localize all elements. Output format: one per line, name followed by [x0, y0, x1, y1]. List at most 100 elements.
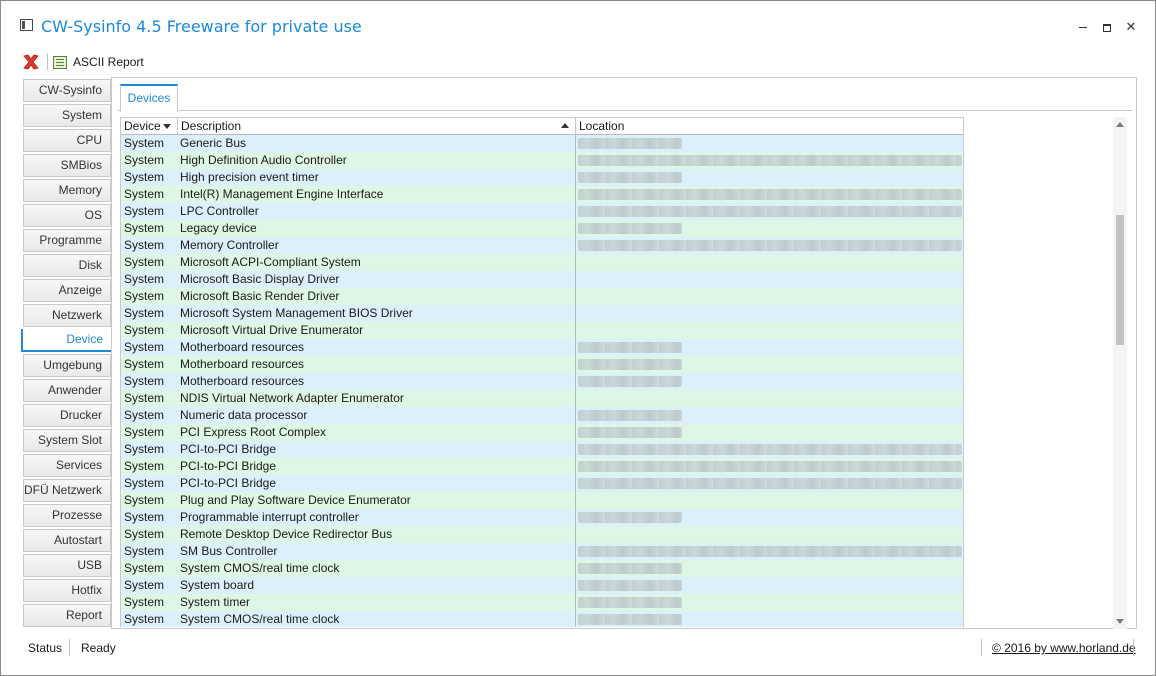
- column-header-location[interactable]: Location: [575, 118, 963, 135]
- table-row[interactable]: System System timer: [120, 594, 963, 611]
- status-bar: Status Ready © 2016 by www.horland.de: [1, 637, 1155, 659]
- dropdown-arrow-icon: [163, 124, 171, 129]
- sidebar-item-prozesse[interactable]: Prozesse: [23, 504, 111, 527]
- cell-description: High precision event timer: [180, 170, 319, 184]
- table-row[interactable]: System SM Bus Controller: [120, 543, 963, 560]
- cell-device: System: [120, 424, 177, 441]
- table-row[interactable]: System Motherboard resources: [120, 373, 963, 390]
- sidebar-item-os[interactable]: OS: [23, 204, 111, 227]
- table-row[interactable]: System Generic Bus: [120, 135, 963, 152]
- sidebar-item-services[interactable]: Services: [23, 454, 111, 477]
- table-row[interactable]: System High precision event timer: [120, 169, 963, 186]
- table-row[interactable]: System Programmable interrupt controller: [120, 509, 963, 526]
- vertical-scrollbar[interactable]: [1113, 117, 1127, 629]
- table-row[interactable]: System Motherboard resources: [120, 356, 963, 373]
- sidebar-item-drucker[interactable]: Drucker: [23, 404, 111, 427]
- maximize-button[interactable]: [1095, 15, 1119, 39]
- sidebar-item-hotfix[interactable]: Hotfix: [23, 579, 111, 602]
- table-row[interactable]: System NDIS Virtual Network Adapter Enume…: [120, 390, 963, 407]
- table-row[interactable]: System Microsoft Basic Display Driver: [120, 271, 963, 288]
- redacted-location: [578, 614, 682, 625]
- redacted-location: [578, 172, 682, 183]
- table-row[interactable]: System Intel(R) Management Engine Interfa…: [120, 186, 963, 203]
- cell-device: System: [120, 492, 177, 509]
- table-row[interactable]: System PCI-to-PCI Bridge: [120, 475, 963, 492]
- sidebar-item-smbios[interactable]: SMBios: [23, 154, 111, 177]
- column-header-description[interactable]: Description: [177, 118, 575, 135]
- tab-devices[interactable]: Devices: [120, 84, 178, 112]
- table-row[interactable]: System Microsoft Virtual Drive Enumerator: [120, 322, 963, 339]
- title-bar: CW-Sysinfo 4.5 Freeware for private use …: [1, 1, 1155, 45]
- table-row[interactable]: System Motherboard resources: [120, 339, 963, 356]
- cell-device: System: [120, 475, 177, 492]
- scroll-down-icon[interactable]: [1116, 619, 1124, 624]
- cell-description: Legacy device: [180, 221, 257, 235]
- scroll-up-icon[interactable]: [1116, 122, 1124, 127]
- cell-location: [575, 339, 963, 356]
- sidebar-item-memory[interactable]: Memory: [23, 179, 111, 202]
- exit-button[interactable]: [21, 52, 41, 72]
- table-header: Device Description Location: [120, 117, 963, 135]
- cell-device: System: [120, 594, 177, 611]
- table-row[interactable]: System LPC Controller: [120, 203, 963, 220]
- cell-location: [575, 152, 963, 169]
- sidebar-item-usb[interactable]: USB: [23, 554, 111, 577]
- sidebar-item-system-slot[interactable]: System Slot: [23, 429, 111, 452]
- table-row[interactable]: System PCI-to-PCI Bridge: [120, 441, 963, 458]
- sidebar-item-anzeige[interactable]: Anzeige: [23, 279, 111, 302]
- sidebar-item-umgebung[interactable]: Umgebung: [23, 354, 111, 377]
- table-row[interactable]: System Microsoft ACPI-Compliant System: [120, 254, 963, 271]
- table-row[interactable]: System Microsoft System Management BIOS D…: [120, 305, 963, 322]
- table-row[interactable]: System System board: [120, 577, 963, 594]
- ascii-report-button[interactable]: ASCII Report: [53, 51, 144, 73]
- redacted-location: [578, 223, 682, 234]
- cell-description: Generic Bus: [180, 136, 247, 150]
- table-row[interactable]: System Microsoft Basic Render Driver: [120, 288, 963, 305]
- redacted-location: [578, 546, 962, 557]
- table-row[interactable]: System Numeric data processor: [120, 407, 963, 424]
- table-row[interactable]: System Remote Desktop Device Redirector B…: [120, 526, 963, 543]
- sidebar-item-netzwerk[interactable]: Netzwerk: [23, 304, 111, 327]
- cell-device: System: [120, 288, 177, 305]
- table-row[interactable]: System Plug and Play Software Device Enum…: [120, 492, 963, 509]
- sidebar-item-programme[interactable]: Programme: [23, 229, 111, 252]
- sidebar-item-disk[interactable]: Disk: [23, 254, 111, 277]
- sidebar-item-autostart[interactable]: Autostart: [23, 529, 111, 552]
- table-row[interactable]: System PCI Express Root Complex: [120, 424, 963, 441]
- column-header-device[interactable]: Device: [120, 118, 177, 135]
- table-row[interactable]: System PCI-to-PCI Bridge: [120, 458, 963, 475]
- cell-description: Motherboard resources: [180, 340, 305, 354]
- cell-description: System CMOS/real time clock: [180, 612, 340, 626]
- cell-device: System: [120, 407, 177, 424]
- redacted-location: [578, 155, 962, 166]
- cell-location: [575, 407, 963, 424]
- cell-location: [575, 475, 963, 492]
- sidebar-item-anwender[interactable]: Anwender: [23, 379, 111, 402]
- redacted-location: [578, 410, 682, 421]
- cell-location: [575, 441, 963, 458]
- sidebar-item-system[interactable]: System: [23, 104, 111, 127]
- scroll-thumb[interactable]: [1116, 215, 1124, 345]
- cell-device: System: [120, 441, 177, 458]
- minimize-button[interactable]: [1071, 15, 1095, 39]
- table-row[interactable]: System Memory Controller: [120, 237, 963, 254]
- table-row[interactable]: System Legacy device: [120, 220, 963, 237]
- redacted-location: [578, 427, 682, 438]
- table-row[interactable]: System System CMOS/real time clock: [120, 560, 963, 577]
- cell-device: System: [120, 237, 177, 254]
- cell-location: [575, 305, 963, 322]
- copyright-link[interactable]: © 2016 by www.horland.de: [992, 641, 1136, 655]
- sidebar-item-df-netzwerk[interactable]: DFÜ Netzwerk: [23, 479, 111, 502]
- sidebar-item-cw-sysinfo[interactable]: CW-Sysinfo: [23, 79, 111, 102]
- status-label: Status: [28, 641, 63, 655]
- cell-device: System: [120, 509, 177, 526]
- cell-device: System: [120, 322, 177, 339]
- table-row[interactable]: System System CMOS/real time clock: [120, 611, 963, 627]
- sidebar-item-device[interactable]: Device: [21, 329, 111, 352]
- redacted-location: [578, 563, 682, 574]
- sidebar-item-cpu[interactable]: CPU: [23, 129, 111, 152]
- table-row[interactable]: System High Definition Audio Controller: [120, 152, 963, 169]
- redacted-location: [578, 240, 962, 251]
- sidebar-item-report[interactable]: Report: [23, 604, 111, 627]
- close-window-button[interactable]: ✕: [1119, 15, 1143, 39]
